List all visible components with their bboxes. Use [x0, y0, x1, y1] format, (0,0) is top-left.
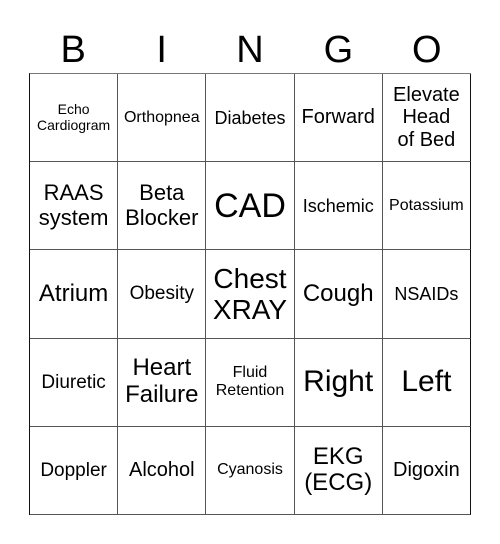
- bingo-cell[interactable]: Diabetes: [206, 74, 295, 163]
- bingo-cell[interactable]: Doppler: [30, 426, 119, 515]
- bingo-cell[interactable]: NSAIDs: [382, 250, 471, 339]
- bingo-cell[interactable]: Digoxin: [382, 426, 471, 515]
- header-letter-o: O: [412, 29, 442, 71]
- bingo-cell[interactable]: Obesity: [118, 250, 207, 339]
- bingo-cell[interactable]: Heart Failure: [118, 338, 207, 427]
- bingo-cell[interactable]: Cough: [294, 250, 383, 339]
- bingo-cell[interactable]: Elevate Head of Bed: [382, 74, 471, 163]
- bingo-cell[interactable]: Beta Blocker: [118, 162, 207, 251]
- bingo-cell[interactable]: Fluid Retention: [206, 338, 295, 427]
- bingo-cell[interactable]: EKG (ECG): [294, 426, 383, 515]
- bingo-header: B I N G O: [29, 28, 471, 72]
- bingo-cell[interactable]: Forward: [294, 74, 383, 163]
- header-letter-i: I: [156, 29, 167, 71]
- header-letter-n: N: [236, 29, 264, 71]
- bingo-cell[interactable]: Cyanosis: [206, 426, 295, 515]
- bingo-cell[interactable]: Right: [294, 338, 383, 427]
- bingo-cell[interactable]: Alcohol: [118, 426, 207, 515]
- bingo-cell[interactable]: Ischemic: [294, 162, 383, 251]
- bingo-cell[interactable]: Chest XRAY: [206, 250, 295, 339]
- bingo-cell[interactable]: Echo Cardiogram: [30, 74, 119, 163]
- bingo-cell[interactable]: Atrium: [30, 250, 119, 339]
- bingo-cell[interactable]: Potassium: [382, 162, 471, 251]
- bingo-cell[interactable]: Diuretic: [30, 338, 119, 427]
- bingo-board: Echo Cardiogram Orthopnea Diabetes Forwa…: [29, 73, 471, 515]
- bingo-cell[interactable]: Orthopnea: [118, 74, 207, 163]
- bingo-cell[interactable]: CAD: [206, 162, 295, 251]
- header-letter-g: G: [323, 29, 354, 71]
- bingo-cell[interactable]: RAAS system: [30, 162, 119, 251]
- header-letter-b: B: [60, 29, 86, 71]
- bingo-cell[interactable]: Left: [382, 338, 471, 427]
